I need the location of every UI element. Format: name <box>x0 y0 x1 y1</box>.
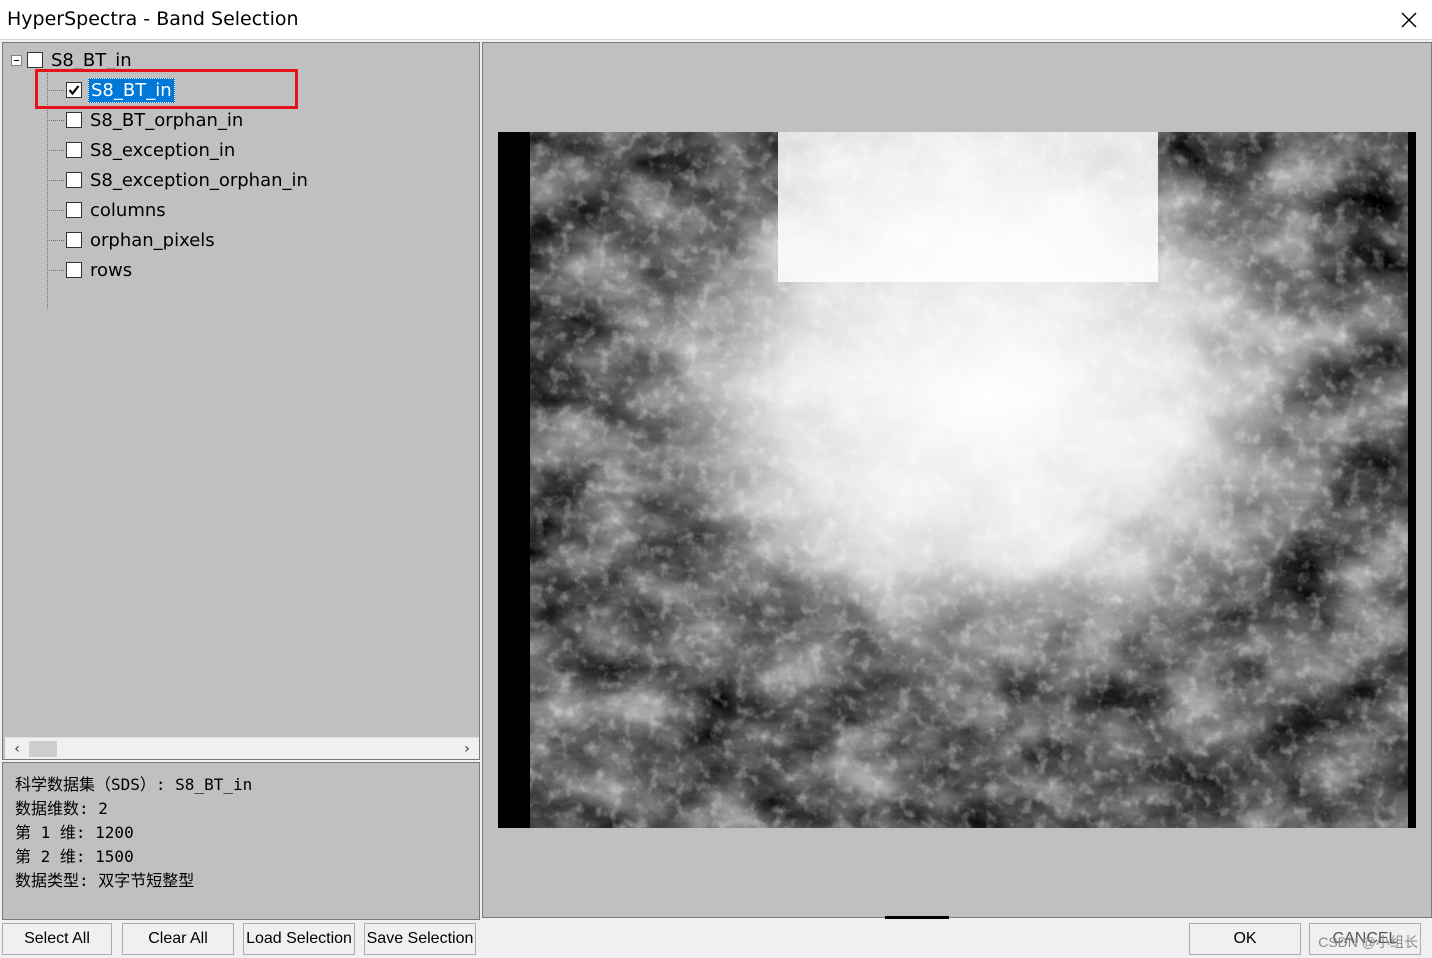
scrollbar-thumb[interactable] <box>29 741 57 757</box>
tree-item-label: columns <box>90 199 166 221</box>
checkbox-s8-exception-orphan-in[interactable] <box>66 172 82 188</box>
watermark: CSDN @小组长 <box>1318 934 1418 950</box>
tree-item-label: S8_BT_orphan_in <box>90 109 244 131</box>
scroll-left-icon[interactable]: ‹ <box>7 740 27 758</box>
divider-mark <box>885 916 949 919</box>
scroll-right-icon[interactable]: › <box>457 740 477 758</box>
select-all-button[interactable]: Select All <box>2 923 112 955</box>
tree-item-label: orphan_pixels <box>90 229 215 251</box>
checkbox-orphan-pixels[interactable] <box>66 232 82 248</box>
dialog-body: S8_BT_in S8_BT_in S8_BT_orphan_in S8_exc… <box>0 40 1432 958</box>
tree-root-checkbox[interactable] <box>27 52 43 68</box>
info-dim-2: 第 2 维: 1500 <box>15 847 134 866</box>
save-selection-button[interactable]: Save Selection <box>364 923 476 955</box>
clear-all-button[interactable]: Clear All <box>122 923 234 955</box>
checkbox-columns[interactable] <box>66 202 82 218</box>
band-tree[interactable]: S8_BT_in S8_BT_in S8_BT_orphan_in S8_exc… <box>2 42 480 760</box>
dataset-info-panel: 科学数据集（SDS）: S8_BT_in 数据维数: 2 第 1 维: 1200… <box>2 762 480 920</box>
checkbox-s8-exception-in[interactable] <box>66 142 82 158</box>
info-sds-name: 科学数据集（SDS）: S8_BT_in <box>15 775 253 794</box>
tree-item-label: rows <box>90 259 133 281</box>
band-preview-panel <box>482 42 1432 918</box>
close-button[interactable] <box>1386 0 1432 40</box>
ok-button[interactable]: OK <box>1189 923 1301 955</box>
checkbox-rows[interactable] <box>66 262 82 278</box>
info-dimensions: 数据维数: 2 <box>15 799 108 818</box>
tree-item-rows[interactable]: rows <box>47 257 134 283</box>
tree-item-label: S8_BT_in <box>88 77 175 103</box>
checkmark-icon <box>68 85 80 96</box>
tree-root-label: S8_BT_in <box>51 49 132 71</box>
tree-item-s8-exception-in[interactable]: S8_exception_in <box>47 137 237 163</box>
tree-item-orphan-pixels[interactable]: orphan_pixels <box>47 227 217 253</box>
close-icon <box>1401 12 1417 28</box>
tree-item-columns[interactable]: columns <box>47 197 168 223</box>
tree-root[interactable]: S8_BT_in <box>11 49 134 71</box>
tree-item-s8-bt-orphan-in[interactable]: S8_BT_orphan_in <box>47 107 245 133</box>
tree-item-label: S8_exception_orphan_in <box>90 169 308 191</box>
window-title: HyperSpectra - Band Selection <box>7 8 299 30</box>
info-data-type: 数据类型: 双字节短整型 <box>15 871 195 890</box>
load-selection-button[interactable]: Load Selection <box>243 923 355 955</box>
tree-item-s8-bt-in[interactable]: S8_BT_in <box>47 77 175 103</box>
checkbox-s8-bt-orphan-in[interactable] <box>66 112 82 128</box>
tree-item-s8-exception-orphan-in[interactable]: S8_exception_orphan_in <box>47 167 310 193</box>
horizontal-scrollbar[interactable]: ‹ › <box>5 737 479 759</box>
band-preview-image <box>498 132 1416 828</box>
tree-item-label: S8_exception_in <box>90 139 236 161</box>
collapse-icon[interactable] <box>11 54 22 66</box>
info-dim-1: 第 1 维: 1200 <box>15 823 134 842</box>
checkbox-s8-bt-in[interactable] <box>66 82 82 98</box>
title-bar: HyperSpectra - Band Selection <box>0 0 1432 40</box>
